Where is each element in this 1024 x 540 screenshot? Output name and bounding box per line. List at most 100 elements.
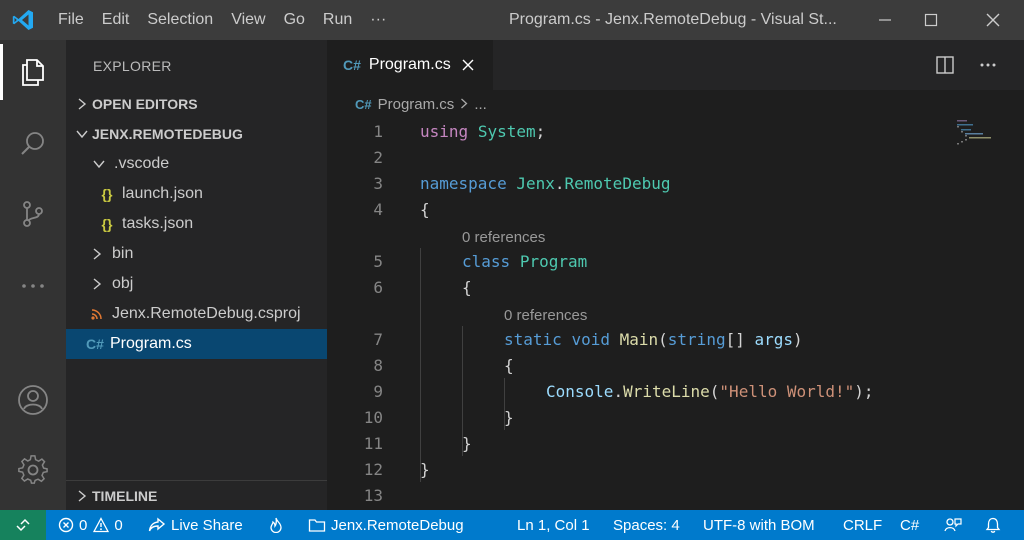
feedback-button[interactable]	[944, 510, 967, 540]
chevron-right-icon	[86, 248, 108, 260]
notifications-button[interactable]	[985, 510, 1006, 540]
tree-item-label: bin	[112, 245, 134, 262]
tree-item-label: .vscode	[114, 155, 170, 172]
code-line: class Program	[462, 252, 588, 271]
tab-label: Program.cs	[368, 56, 451, 73]
folder-button[interactable]: Jenx.RemoteDebug	[308, 510, 464, 540]
line-number: 9	[373, 382, 383, 401]
tree-item-tasks-json[interactable]: {} tasks.json	[66, 209, 327, 239]
tree-item-label: obj	[112, 275, 134, 292]
source-control-icon	[23, 201, 43, 227]
breadcrumb: C# Program.cs ...	[327, 90, 1024, 118]
remote-indicator-button[interactable]	[0, 510, 46, 540]
menu-file[interactable]: File	[46, 0, 93, 40]
code-line: using System;	[420, 122, 546, 141]
tree-item-label: Program.cs	[110, 335, 192, 352]
gear-icon	[18, 455, 48, 484]
json-file-icon: {}	[101, 216, 113, 232]
warning-count: 0	[114, 516, 123, 534]
codelens-references[interactable]: 0 references	[504, 307, 587, 324]
code-line: {	[420, 200, 430, 219]
csharp-file-icon: C#	[355, 96, 372, 112]
menu-go[interactable]: Go	[275, 0, 314, 40]
line-number: 4	[373, 200, 383, 219]
indentation-button[interactable]: Spaces: 4	[613, 510, 680, 540]
manage-activity-button[interactable]	[0, 438, 66, 502]
live-share-icon	[148, 517, 166, 532]
ellipsis-icon	[22, 284, 44, 288]
rss-file-icon	[86, 308, 108, 320]
explorer-activity-button[interactable]	[0, 40, 66, 104]
window-title: Program.cs - Jenx.RemoteDebug - Visual S…	[509, 11, 837, 28]
flame-button[interactable]	[268, 510, 289, 540]
problems-button[interactable]: 0 0	[58, 510, 123, 540]
line-number: 3	[373, 174, 383, 193]
tree-item-bin[interactable]: bin	[66, 239, 327, 269]
activity-bar	[0, 40, 66, 510]
line-number: 1	[373, 122, 383, 141]
sidebar-title: EXPLORER	[93, 58, 172, 74]
menu-more[interactable]: ···	[361, 0, 395, 40]
tree-item-obj[interactable]: obj	[66, 269, 327, 299]
more-actions-button[interactable]	[973, 50, 1003, 80]
breadcrumb-more[interactable]: ...	[474, 96, 487, 113]
tab-program-cs[interactable]: C# Program.cs	[327, 40, 493, 90]
chevron-down-icon	[66, 129, 92, 139]
breadcrumb-file[interactable]: Program.cs	[378, 96, 455, 113]
eol-button[interactable]: CRLF	[843, 510, 882, 540]
json-file-icon: {}	[101, 186, 113, 202]
close-tab-button[interactable]	[461, 58, 475, 72]
minimap[interactable]	[955, 118, 995, 148]
menu-edit[interactable]: Edit	[93, 0, 139, 40]
project-section[interactable]: JENX.REMOTEDEBUG	[66, 119, 327, 149]
vertical-scrollbar[interactable]	[1010, 118, 1024, 510]
encoding-button[interactable]: UTF-8 with BOM	[703, 510, 815, 540]
line-number: 12	[363, 460, 383, 479]
tree-item-csproj[interactable]: Jenx.RemoteDebug.csproj	[66, 299, 327, 329]
line-number: 5	[373, 252, 383, 271]
tree-item-launch-json[interactable]: {} launch.json	[66, 179, 327, 209]
tree-item-program-cs[interactable]: C# Program.cs	[66, 329, 327, 359]
code-editor[interactable]: 1 2 3 4 5 6 7 8 9 10 11 12 13 using Syst…	[327, 118, 1024, 510]
files-icon	[22, 59, 44, 86]
split-editor-icon	[936, 56, 954, 74]
open-editors-section[interactable]: OPEN EDITORS	[66, 89, 327, 119]
flame-icon	[270, 517, 282, 533]
line-number: 13	[363, 486, 383, 505]
minimize-button[interactable]	[862, 0, 908, 40]
menu-selection[interactable]: Selection	[138, 0, 222, 40]
split-editor-button[interactable]	[930, 50, 960, 80]
menu-run[interactable]: Run	[314, 0, 361, 40]
folder-label: Jenx.RemoteDebug	[331, 516, 464, 534]
tree-item-label: tasks.json	[122, 215, 194, 232]
chevron-right-icon	[86, 278, 108, 290]
chevron-right-icon	[460, 96, 468, 113]
csharp-file-icon: C#	[86, 336, 104, 352]
code-line: }	[462, 434, 472, 453]
cursor-position-button[interactable]: Ln 1, Col 1	[517, 510, 590, 540]
tree-item-vscode[interactable]: .vscode	[66, 149, 327, 179]
close-window-button[interactable]	[970, 0, 1016, 40]
maximize-button[interactable]	[908, 0, 954, 40]
code-line: static void Main(string[] args)	[504, 330, 803, 349]
title-bar: File Edit Selection View Go Run ··· Prog…	[0, 0, 1024, 40]
menu-view[interactable]: View	[222, 0, 274, 40]
line-number: 11	[363, 434, 383, 453]
error-count: 0	[79, 516, 88, 534]
editor-area: C# Program.cs C# Program.cs ... 1 2 3 4 …	[327, 40, 1024, 510]
timeline-section[interactable]: TIMELINE	[66, 481, 327, 511]
more-activity-button[interactable]	[0, 254, 66, 318]
accounts-activity-button[interactable]	[0, 368, 66, 432]
vscode-logo-icon	[0, 0, 46, 40]
language-mode-button[interactable]: C#	[900, 510, 919, 540]
live-share-button[interactable]: Live Share	[148, 510, 243, 540]
folder-icon	[308, 519, 326, 532]
feedback-icon	[944, 518, 962, 532]
line-number: 7	[373, 330, 383, 349]
source-control-activity-button[interactable]	[0, 182, 66, 246]
ellipsis-icon	[980, 63, 996, 67]
minimize-icon	[879, 19, 891, 21]
codelens-references[interactable]: 0 references	[462, 229, 545, 246]
search-activity-button[interactable]	[0, 112, 66, 176]
code-line: {	[462, 278, 472, 297]
